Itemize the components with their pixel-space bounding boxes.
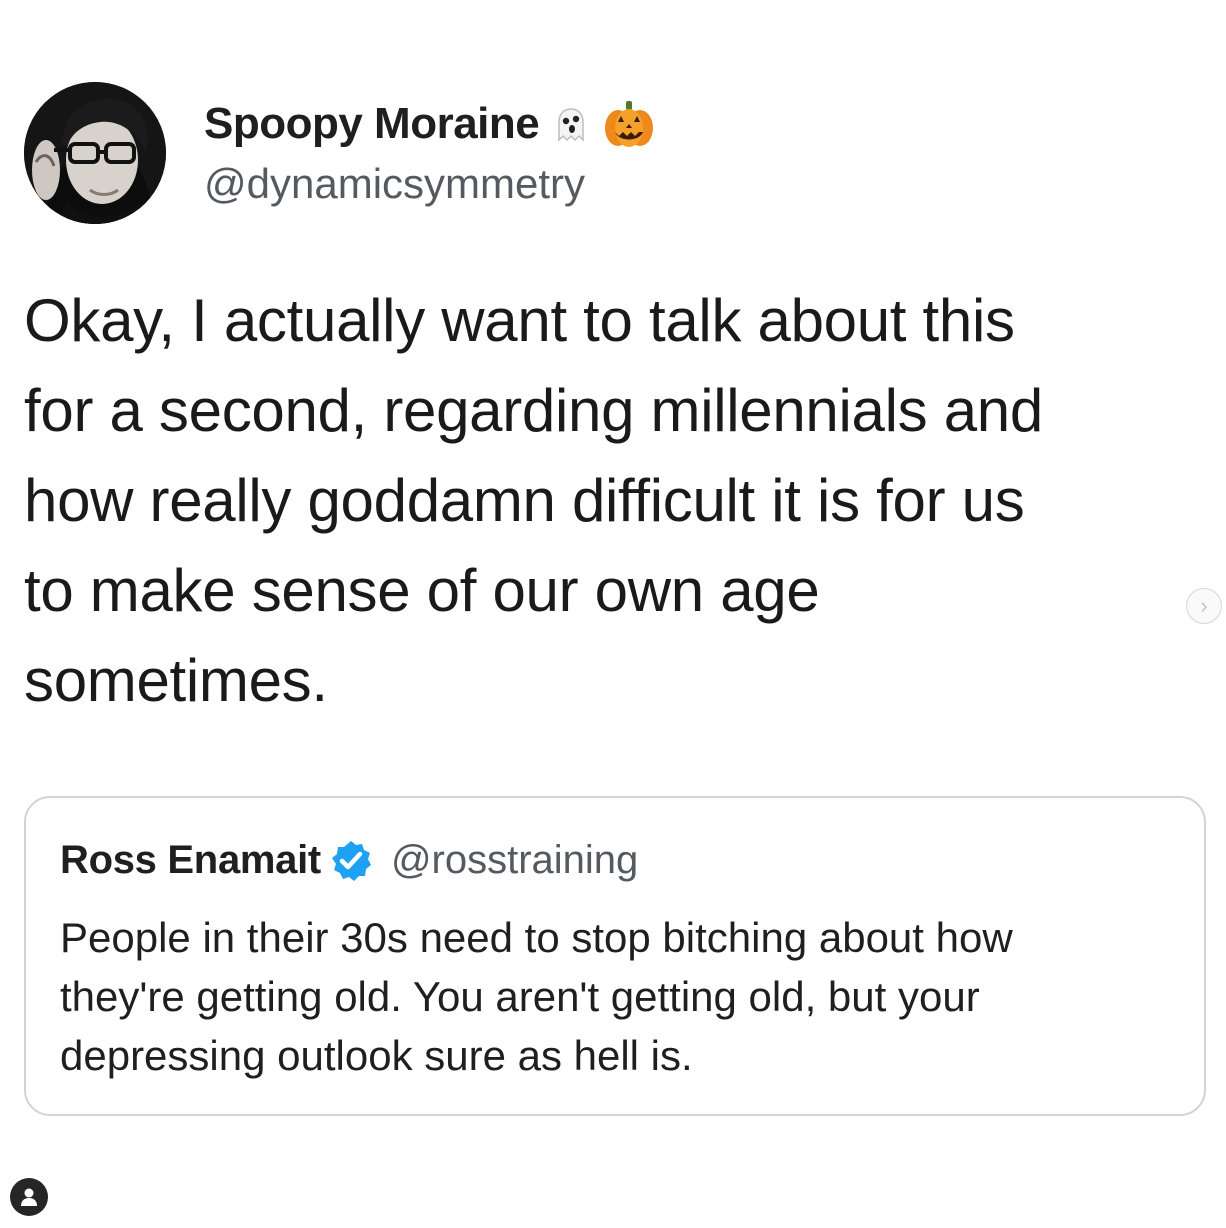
tweet-text-line: sometimes. xyxy=(24,647,328,714)
quoted-tweet-header: Ross Enamait @rosstraining xyxy=(60,838,638,883)
avatar-image xyxy=(24,82,166,224)
tweet-text-line: for a second, regarding millennials and xyxy=(24,377,1043,444)
user-tag-icon[interactable] xyxy=(10,1178,48,1216)
author-handle[interactable]: @dynamicsymmetry xyxy=(204,160,585,208)
quoted-tweet-card[interactable]: Ross Enamait @rosstraining People in the… xyxy=(24,796,1206,1116)
author-name-text: Spoopy Moraine xyxy=(204,99,540,148)
quoted-tweet-text: People in their 30s need to stop bitchin… xyxy=(60,908,1180,1085)
quoted-text-line: People in their 30s need to stop bitchin… xyxy=(60,914,1013,961)
quoted-author-handle[interactable]: @rosstraining xyxy=(391,838,638,883)
ghost-icon xyxy=(553,106,589,142)
next-slide-button[interactable]: › xyxy=(1186,588,1222,624)
tweet-text: Okay, I actually want to talk about this… xyxy=(24,276,1194,726)
avatar[interactable] xyxy=(24,82,166,224)
quoted-text-line: they're getting old. You aren't getting … xyxy=(60,973,980,1020)
verified-badge-icon xyxy=(329,839,373,883)
tweet-text-line: Okay, I actually want to talk about this xyxy=(24,287,1015,354)
author-name[interactable]: Spoopy Moraine xyxy=(204,98,655,150)
tweet-screenshot: Spoopy Moraine @dynamicsymmetry Okay, I … xyxy=(0,0,1226,1228)
tweet-text-line: to make sense of our own age xyxy=(24,557,820,624)
quoted-author-name[interactable]: Ross Enamait xyxy=(60,838,321,883)
tweet-text-line: how really goddamn difficult it is for u… xyxy=(24,467,1025,534)
person-icon xyxy=(21,1188,37,1206)
pumpkin-icon xyxy=(603,98,655,150)
quoted-text-line: depressing outlook sure as hell is. xyxy=(60,1032,693,1079)
chevron-right-icon: › xyxy=(1200,593,1208,618)
